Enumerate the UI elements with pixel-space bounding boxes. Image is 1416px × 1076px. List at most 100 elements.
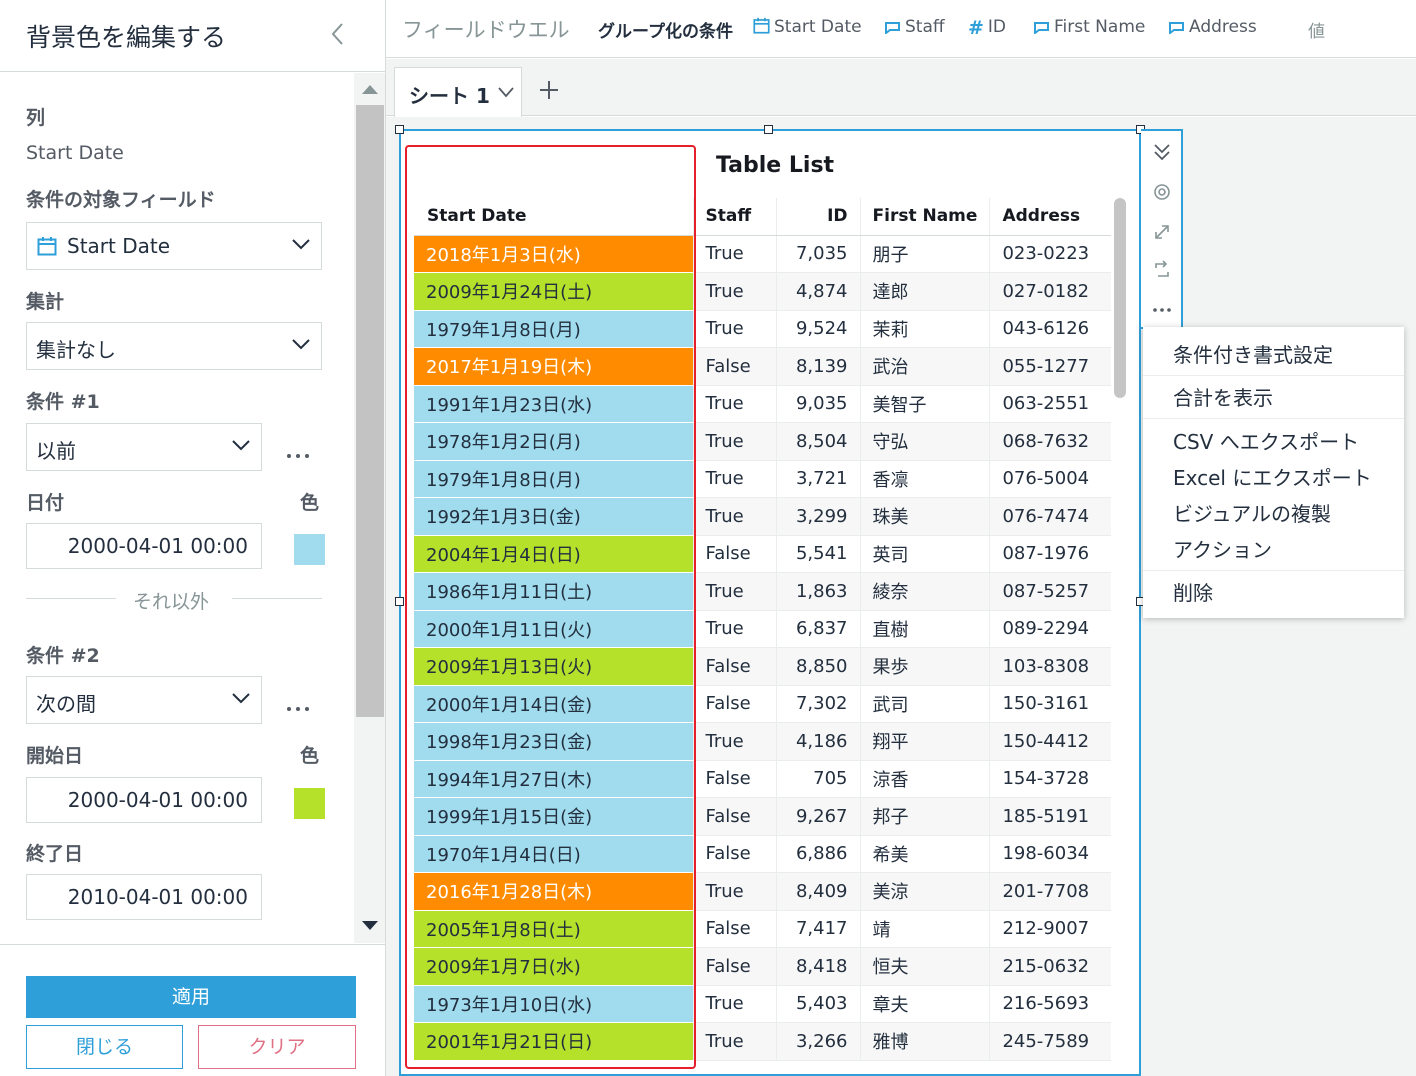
cell-first-name[interactable]: 翔平 bbox=[859, 722, 990, 761]
field-first-name[interactable]: First Name bbox=[1033, 17, 1145, 37]
cell-id[interactable]: 7,035 bbox=[775, 235, 860, 273]
table-row[interactable]: 1998年1月23日(金) True 4,186 翔平 150-4412 bbox=[414, 722, 1111, 761]
cell-staff[interactable]: True bbox=[692, 385, 776, 423]
cell-start-date[interactable]: 1998年1月23日(金) bbox=[414, 722, 693, 761]
cell-id[interactable]: 705 bbox=[775, 760, 860, 798]
resize-handle[interactable] bbox=[395, 125, 404, 134]
cell-start-date[interactable]: 2005年1月8日(土) bbox=[414, 910, 693, 948]
cell-id[interactable]: 8,504 bbox=[775, 422, 860, 461]
collapse-chevrons-icon[interactable] bbox=[1151, 141, 1173, 163]
menu-item-actions[interactable]: アクション bbox=[1173, 534, 1272, 563]
cell-staff[interactable]: True bbox=[692, 1022, 776, 1061]
scroll-thumb[interactable] bbox=[356, 105, 384, 717]
cell-start-date[interactable]: 1986年1月11日(土) bbox=[414, 572, 693, 611]
cell-start-date[interactable]: 2009年1月13日(火) bbox=[414, 647, 693, 686]
cell-address[interactable]: 068-7632 bbox=[989, 422, 1111, 461]
panel-scrollbar[interactable] bbox=[354, 73, 385, 943]
cell-id[interactable]: 4,874 bbox=[775, 272, 860, 311]
cell-start-date[interactable]: 1979年1月8日(月) bbox=[414, 310, 693, 348]
cell-address[interactable]: 055-1277 bbox=[989, 347, 1111, 386]
column-header-first-name[interactable]: First Name bbox=[859, 198, 990, 236]
plus-icon[interactable] bbox=[538, 79, 560, 101]
cell-staff[interactable]: False bbox=[692, 647, 776, 686]
cell-id[interactable]: 3,299 bbox=[775, 497, 860, 536]
cell-first-name[interactable]: 恒夫 bbox=[859, 947, 990, 986]
cell-start-date[interactable]: 1978年1月2日(月) bbox=[414, 422, 693, 461]
cell-first-name[interactable]: 綾奈 bbox=[859, 572, 990, 611]
cell-id[interactable]: 3,721 bbox=[775, 460, 860, 498]
condition1-more-icon[interactable] bbox=[287, 443, 317, 458]
cell-staff[interactable]: False bbox=[692, 535, 776, 573]
cell-staff[interactable]: True bbox=[692, 722, 776, 761]
cell-address[interactable]: 201-7708 bbox=[989, 872, 1111, 911]
table-row[interactable]: 2009年1月13日(火) False 8,850 果歩 103-8308 bbox=[414, 647, 1111, 686]
cell-address[interactable]: 089-2294 bbox=[989, 610, 1111, 648]
condition1-date-input[interactable]: 2000-04-01 00:00 bbox=[26, 523, 262, 569]
cell-id[interactable]: 4,186 bbox=[775, 722, 860, 761]
table-scrollbar[interactable] bbox=[1114, 198, 1126, 398]
condition1-color-swatch[interactable] bbox=[294, 534, 325, 565]
table-row[interactable]: 1991年1月23日(水) True 9,035 美智子 063-2551 bbox=[414, 385, 1111, 423]
cell-id[interactable]: 7,417 bbox=[775, 910, 860, 948]
cell-first-name[interactable]: 朋子 bbox=[859, 235, 990, 273]
table-row[interactable]: 2016年1月28日(木) True 8,409 美涼 201-7708 bbox=[414, 872, 1111, 911]
table-row[interactable]: 1979年1月8日(月) True 9,524 茉莉 043-6126 bbox=[414, 310, 1111, 348]
cell-address[interactable]: 027-0182 bbox=[989, 272, 1111, 311]
cell-start-date[interactable]: 2000年1月14日(金) bbox=[414, 685, 693, 723]
cell-id[interactable]: 3,266 bbox=[775, 1022, 860, 1061]
condition2-more-icon[interactable] bbox=[287, 696, 317, 711]
cell-start-date[interactable]: 1991年1月23日(水) bbox=[414, 385, 693, 423]
field-well-title[interactable]: フィールドウエル bbox=[402, 14, 570, 44]
menu-item-show-totals[interactable]: 合計を表示 bbox=[1173, 382, 1273, 411]
cell-first-name[interactable]: 珠美 bbox=[859, 497, 990, 536]
cell-start-date[interactable]: 1999年1月15日(金) bbox=[414, 797, 693, 836]
cell-staff[interactable]: True bbox=[692, 272, 776, 311]
cell-address[interactable]: 087-1976 bbox=[989, 535, 1111, 573]
cell-staff[interactable]: True bbox=[692, 422, 776, 461]
cell-first-name[interactable]: 靖 bbox=[859, 910, 990, 948]
cell-address[interactable]: 212-9007 bbox=[989, 910, 1111, 948]
cell-address[interactable]: 150-3161 bbox=[989, 685, 1111, 723]
cell-staff[interactable]: True bbox=[692, 610, 776, 648]
cell-start-date[interactable]: 2004年1月4日(日) bbox=[414, 535, 693, 573]
cell-staff[interactable]: True bbox=[692, 985, 776, 1023]
table-row[interactable]: 2005年1月8日(土) False 7,417 靖 212-9007 bbox=[414, 910, 1111, 948]
menu-item-duplicate-visual[interactable]: ビジュアルの複製 bbox=[1173, 498, 1331, 527]
field-staff[interactable]: Staff bbox=[884, 17, 945, 37]
cell-staff[interactable]: True bbox=[692, 497, 776, 536]
cell-start-date[interactable]: 1992年1月3日(金) bbox=[414, 497, 693, 536]
cell-address[interactable]: 150-4412 bbox=[989, 722, 1111, 761]
chevron-left-icon[interactable] bbox=[326, 20, 350, 48]
cell-staff[interactable]: True bbox=[692, 310, 776, 348]
cell-first-name[interactable]: 茉莉 bbox=[859, 310, 990, 348]
cell-staff[interactable]: False bbox=[692, 910, 776, 948]
cell-start-date[interactable]: 2017年1月19日(木) bbox=[414, 347, 693, 386]
cell-staff[interactable]: True bbox=[692, 572, 776, 611]
value-label[interactable]: 値 bbox=[1308, 17, 1325, 42]
cell-address[interactable]: 216-5693 bbox=[989, 985, 1111, 1023]
apply-button[interactable]: 適用 bbox=[26, 976, 356, 1018]
column-header-id[interactable]: ID bbox=[775, 198, 860, 236]
scroll-up-icon[interactable] bbox=[362, 85, 378, 94]
clear-button[interactable]: クリア bbox=[198, 1025, 356, 1069]
cell-first-name[interactable]: 涼香 bbox=[859, 760, 990, 798]
condition2-end-date-input[interactable]: 2010-04-01 00:00 bbox=[26, 874, 262, 920]
cell-id[interactable]: 9,035 bbox=[775, 385, 860, 423]
cell-staff[interactable]: False bbox=[692, 797, 776, 836]
table-row[interactable]: 2018年1月3日(水) True 7,035 朋子 023-0223 bbox=[414, 235, 1111, 273]
cell-id[interactable]: 8,850 bbox=[775, 647, 860, 686]
cell-first-name[interactable]: 邦子 bbox=[859, 797, 990, 836]
menu-item-export-excel[interactable]: Excel にエクスポート bbox=[1173, 462, 1372, 491]
target-field-select[interactable]: Start Date bbox=[26, 222, 322, 270]
cell-id[interactable]: 6,886 bbox=[775, 835, 860, 873]
cell-address[interactable]: 063-2551 bbox=[989, 385, 1111, 423]
cell-address[interactable]: 076-7474 bbox=[989, 497, 1111, 536]
tab-sheet-1[interactable]: シート 1 bbox=[394, 67, 522, 117]
table-row[interactable]: 2009年1月24日(土) True 4,874 達郎 027-0182 bbox=[414, 272, 1111, 311]
cell-start-date[interactable]: 1979年1月8日(月) bbox=[414, 460, 693, 498]
field-start-date[interactable]: Start Date bbox=[753, 17, 862, 37]
cell-first-name[interactable]: 直樹 bbox=[859, 610, 990, 648]
menu-item-delete[interactable]: 削除 bbox=[1173, 577, 1213, 606]
cell-staff[interactable]: False bbox=[692, 685, 776, 723]
table-row[interactable]: 1978年1月2日(月) True 8,504 守弘 068-7632 bbox=[414, 422, 1111, 461]
